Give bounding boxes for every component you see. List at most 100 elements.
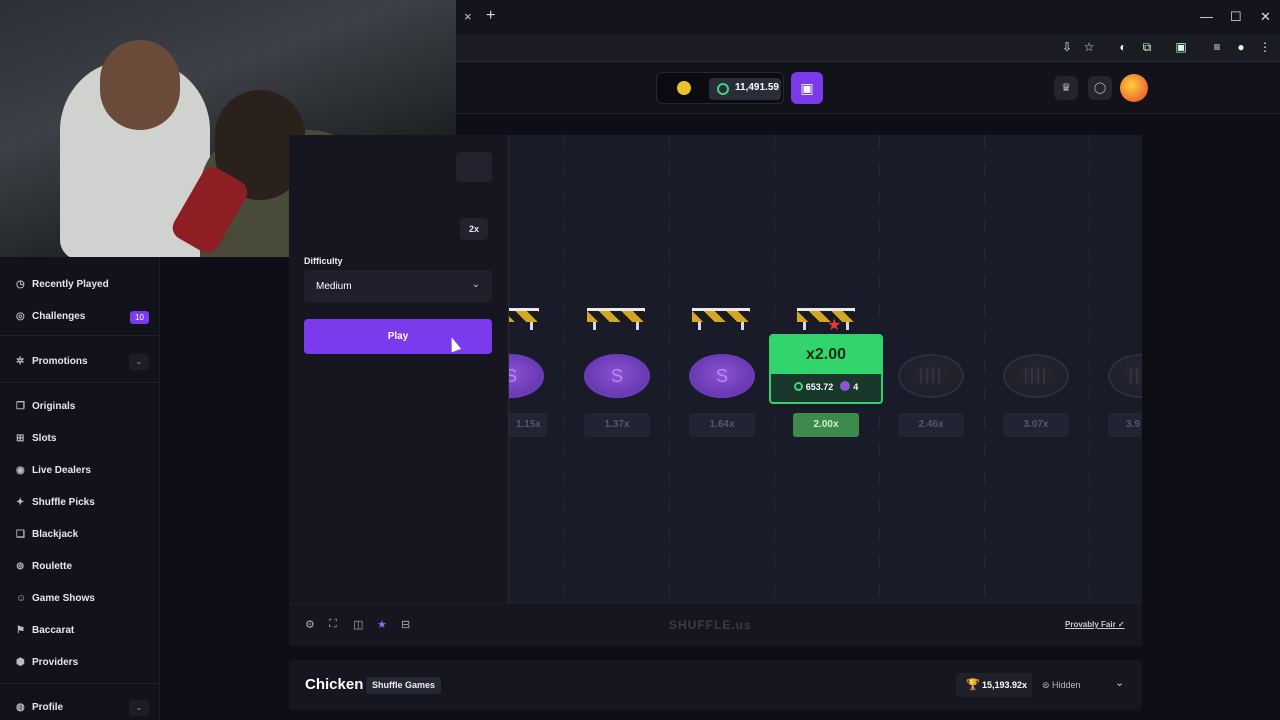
lane-divider xyxy=(669,135,670,603)
profile-avatar-icon[interactable]: ● xyxy=(1234,40,1248,54)
chat-icon[interactable]: ◯ xyxy=(1088,76,1112,100)
wallet-balance[interactable]: 11,491.59 xyxy=(656,72,784,104)
settings-icon[interactable]: ⚙ xyxy=(305,618,315,631)
live-stats-icon[interactable]: ⊟ xyxy=(401,618,410,631)
lane-multiplier-active: 2.00x xyxy=(793,413,859,437)
lane-multiplier: 3.07x xyxy=(1003,413,1069,437)
sidebar-item-blackjack[interactable]: ❏ Blackjack xyxy=(16,529,78,547)
chevron-down-icon[interactable]: ⌄ xyxy=(129,700,149,716)
barrier xyxy=(797,302,855,332)
provably-fair-link[interactable]: Provably Fair ✓ xyxy=(1065,620,1125,629)
theatre-mode-icon[interactable]: ⛶ xyxy=(329,618,337,631)
sidebar-item-label: Originals xyxy=(32,401,76,412)
difficulty-value: Medium xyxy=(316,281,352,292)
lane-multiplier: 3.9 xyxy=(1108,413,1142,437)
chicken-game-board: ★ S S S |||| |||| |||| x2.00 653.72 4 1.1… xyxy=(508,135,1142,603)
favorite-star-icon[interactable]: ★ xyxy=(377,618,387,631)
target-icon: ◎ xyxy=(16,311,25,322)
challenges-badge: 10 xyxy=(130,311,149,324)
step-icon xyxy=(840,381,851,391)
stats-icon[interactable]: ◫ xyxy=(353,618,363,631)
slots-icon: ⊞ xyxy=(16,433,25,444)
balance-display[interactable]: 11,491.59 xyxy=(709,78,781,100)
minimize-icon[interactable]: — xyxy=(1200,9,1213,24)
sidebar-item-game-shows[interactable]: ☺ Game Shows xyxy=(16,593,95,611)
sidebar-item-label: Recently Played xyxy=(32,279,109,290)
site-header: 11,491.59 ▣ ♛ ◯ xyxy=(456,62,1280,114)
sidebar-item-challenges[interactable]: ◎ Challenges xyxy=(16,311,85,329)
sidebar-item-roulette[interactable]: ⊚ Roulette xyxy=(16,561,72,579)
sidepanel-icon[interactable]: ▣ xyxy=(1174,40,1188,54)
lane-multiplier: 1.15x xyxy=(509,413,547,437)
lane-multiplier: 1.37x xyxy=(584,413,650,437)
bookmark-star-icon[interactable]: ☆ xyxy=(1082,40,1096,54)
visibility-label: Hidden xyxy=(1052,680,1081,690)
sidebar-item-label: Roulette xyxy=(32,561,72,572)
lane-divider xyxy=(1089,135,1090,603)
sidebar-item-shuffle-picks[interactable]: ✦ Shuffle Picks xyxy=(16,497,95,515)
difficulty-select[interactable]: Medium ⌄ xyxy=(304,270,492,302)
cashout-amount: 653.72 xyxy=(805,382,834,392)
address-bar[interactable]: ⇩ ☆ ◐ ⧉ ▣ ≡ ● ⋮ xyxy=(456,34,1280,62)
sidebar-item-label: Blackjack xyxy=(32,529,79,540)
trophy-icon: 🏆 xyxy=(966,679,980,691)
bet-controls: 2x Difficulty Medium ⌄ Play xyxy=(289,135,508,603)
lane-coin-locked: |||| xyxy=(1108,354,1142,398)
lane-multiplier: 2.46x xyxy=(898,413,964,437)
divider xyxy=(0,683,160,684)
lane-divider xyxy=(984,135,985,603)
vip-crown-icon[interactable]: ♛ xyxy=(1054,76,1078,100)
media-icon[interactable]: ≡ xyxy=(1210,40,1224,54)
tab-close-icon[interactable]: × xyxy=(464,9,472,24)
difficulty-label: Difficulty xyxy=(304,256,343,266)
sidebar-item-label: Profile xyxy=(32,702,64,713)
sidebar-item-recently-played[interactable]: ◷ Recently Played xyxy=(16,279,109,297)
sidebar-item-label: Providers xyxy=(32,657,79,668)
wallet-button[interactable]: ▣ xyxy=(791,72,823,104)
maximize-icon[interactable]: ☐ xyxy=(1230,9,1242,25)
bet-amount-input[interactable] xyxy=(456,152,492,182)
extension-icon[interactable]: ◐ xyxy=(1116,40,1130,54)
lane-coin-passed: S xyxy=(584,354,650,398)
current-multiplier: x2.00 xyxy=(771,336,881,374)
cards-icon: ❏ xyxy=(16,529,25,540)
sidebar-item-profile[interactable]: ◍ Profile xyxy=(16,702,63,720)
sidebar-item-promotions[interactable]: ✲ Promotions xyxy=(16,356,88,374)
currency-coin-icon[interactable] xyxy=(677,81,691,95)
new-tab-icon[interactable]: + xyxy=(486,7,495,25)
sidebar: ◷ Recently Played ◎ Challenges 10 ✲ Promoti… xyxy=(0,257,160,720)
barrier xyxy=(692,302,750,332)
barrier xyxy=(509,302,539,332)
play-button[interactable]: Play xyxy=(304,319,492,354)
install-icon[interactable]: ⇩ xyxy=(1060,40,1074,54)
user-avatar[interactable] xyxy=(1120,74,1148,102)
gear-icon: ✲ xyxy=(16,356,25,367)
max-win-value: 15,193.92x xyxy=(982,680,1028,690)
barrier xyxy=(587,302,645,332)
double-bet-button[interactable]: 2x xyxy=(460,218,488,240)
sidebar-item-originals[interactable]: ❒ Originals xyxy=(16,401,75,419)
max-win-display: 🏆 15,193.92x ⊜ Hidden xyxy=(956,673,1106,697)
menu-icon[interactable]: ⋮ xyxy=(1258,40,1272,54)
chevron-down-icon[interactable]: ⌄ xyxy=(129,354,149,370)
provider-badge[interactable]: Shuffle Games xyxy=(366,677,442,694)
lane-coin-passed: S xyxy=(689,354,755,398)
streamer-head xyxy=(100,40,180,130)
chevron-down-icon[interactable]: ⌄ xyxy=(1115,676,1124,689)
chicken-icon: ★ xyxy=(827,317,842,334)
balance-value: 11,491.59 xyxy=(735,82,779,93)
visibility-toggle[interactable]: ⊜ Hidden xyxy=(1032,673,1106,697)
sidebar-item-providers[interactable]: ⬢ Providers xyxy=(16,657,78,675)
divider xyxy=(0,335,160,336)
sidebar-item-label: Shuffle Picks xyxy=(32,497,95,508)
sidebar-item-live-dealers[interactable]: ◉ Live Dealers xyxy=(16,465,91,483)
puzzle-icon[interactable]: ⧉ xyxy=(1140,40,1154,54)
sidebar-item-baccarat[interactable]: ⚑ Baccarat xyxy=(16,625,74,643)
current-win-card: x2.00 653.72 4 xyxy=(769,334,883,404)
lane-coin-passed: S xyxy=(509,354,544,398)
window-close-icon[interactable]: ✕ xyxy=(1260,9,1271,25)
live-icon: ◉ xyxy=(16,465,25,476)
sidebar-item-slots[interactable]: ⊞ Slots xyxy=(16,433,56,451)
game-toolbar: ⚙ ⛶ ◫ ★ ⊟ SHUFFLE.us Provably Fair ✓ xyxy=(289,603,1142,646)
lane-coin-next[interactable]: |||| xyxy=(898,354,964,398)
